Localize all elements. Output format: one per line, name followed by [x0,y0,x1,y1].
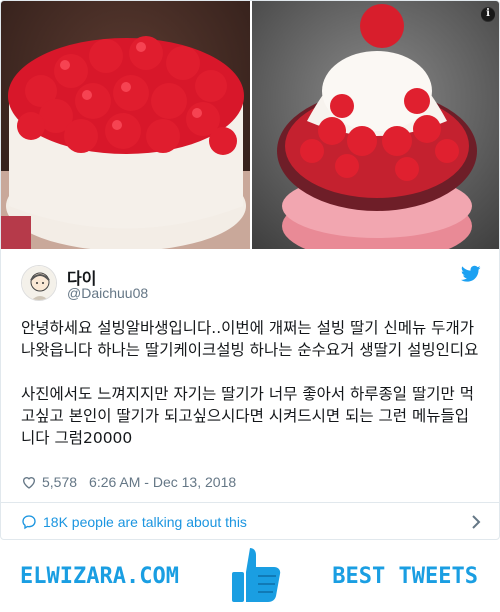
tweet-meta: 5,578 6:26 AM - Dec 13, 2018 [21,471,236,493]
like-count[interactable]: 5,578 [42,474,77,490]
strawberry-bingsu-photo[interactable]: i [252,1,499,249]
talking-about-label: 18K people are talking about this [43,514,247,530]
tweet-paragraph: 안녕하세요 설빙알바생입니다..이번에 개쩌는 설빙 딸기 신메뉴 두개가 나왓… [21,319,479,359]
best-tweets-label: BEST TWEETS [332,564,478,589]
user-handle[interactable]: @Daichuu08 [67,285,148,301]
info-icon[interactable]: i [481,7,495,21]
footer-banner: ELWIZARA.COM BEST TWEETS [0,540,500,612]
strawberry-cake-photo[interactable] [1,1,250,249]
avatar[interactable] [21,265,57,301]
talking-about-link[interactable]: 18K people are talking about this [1,503,499,539]
twitter-bird-icon[interactable] [460,265,481,283]
tweet-text: 안녕하세요 설빙알바생입니다..이번에 개쩌는 설빙 딸기 신메뉴 두개가 나왓… [21,317,483,449]
chevron-right-icon[interactable] [471,515,481,529]
embedded-tweet-card: i 다이 @Daichuu08 안녕하세요 설빙알바생입니다..이번에 개쩌는 … [0,0,500,540]
tweet-timestamp[interactable]: 6:26 AM - Dec 13, 2018 [89,474,236,490]
thumbs-up-icon [232,548,281,602]
tweet-media[interactable]: i [1,1,499,249]
heart-icon[interactable] [21,474,37,490]
tweet-header: 다이 @Daichuu08 [21,261,481,307]
speech-bubble-icon [22,515,36,530]
brand-logo-text[interactable]: ELWIZARA.COM [20,564,179,589]
tweet-paragraph: 사진에서도 느껴지지만 자기는 딸기가 너무 좋아서 하루종일 딸기만 먹고싶고… [21,385,474,447]
